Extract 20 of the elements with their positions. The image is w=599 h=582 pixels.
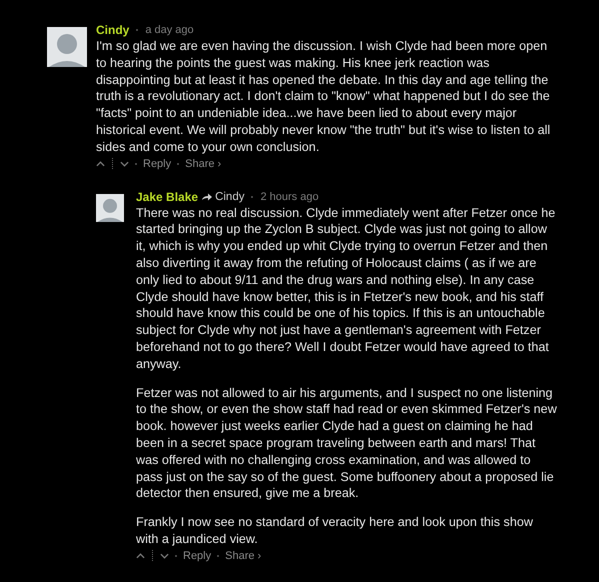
author-name[interactable]: Cindy xyxy=(96,22,130,38)
timestamp[interactable]: 2 hours ago xyxy=(260,188,319,205)
avatar-icon xyxy=(47,27,87,67)
share-link[interactable]: Share › xyxy=(225,550,262,562)
timestamp[interactable]: a day ago xyxy=(145,22,194,38)
downvote-icon[interactable] xyxy=(120,160,129,167)
reply-link[interactable]: Reply xyxy=(183,550,212,562)
upvote-icon[interactable] xyxy=(96,160,105,167)
comment-text: Frankly I now see no standard of veracity here and look upon this show with a jaundiced view. xyxy=(136,514,534,548)
author-name[interactable]: Jake Blake xyxy=(136,188,198,205)
comment-text: Fetzer was not allowed to air his arguments, and I suspect no one listening to the show, or even the show staff had read or even skimmed Fetzer's new book. however just weeks earlier Clyde had a guest on claiming he had been in a secret space program traveling between earth and mars! That was offered with no challenging cross examination, and was allowed to pass just on the say so of the guest. Some buffoonery about a proposed lie detector then ensured, give me a break. xyxy=(136,384,557,502)
share-link[interactable]: Share › xyxy=(185,158,222,170)
upvote-icon[interactable] xyxy=(136,552,145,559)
avatar-icon xyxy=(96,194,124,222)
comment-text: I'm so glad we are even having the discussion. I wish Clyde had been more open to hearing the points the guest was making. His knee jerk reaction was disappointing but at least it has opened the debate. In this day and age telling the truth is a revolutionary act. I don't claim to "know" what happened but I do see the "facts" point to an undeniable idea...we have been lied to about every major historical event. We will probably never know "the truth" but it's wise to listen to all sides and come to your own conclusion. xyxy=(96,38,552,156)
comment-text: There was no real discussion. Clyde immediately went after Fetzer once he started bringing up the Zyclon B subject. Clyde was just not going to allow it, which is why you ended up whit Clyde trying to overrun Fetzer and then also diverting it away from the refuting of Holocaust claims ( as if we are only lied to about 9/11 and the drug wars and nothing else). In any case Clyde should have know better, this is in Ftetzer's new book, and his staff should have know this could be one of his topics. If this is an untouchable subject for Clyde why not just have a gentleman's agreement with Fetzer beforehand not to go there? Well I doubt Fetzer would have agreed to that anyway. xyxy=(136,204,556,373)
downvote-icon[interactable] xyxy=(160,552,169,559)
reply-link[interactable]: Reply xyxy=(143,158,172,170)
reply-to-name[interactable]: Cindy xyxy=(215,188,244,205)
reply-arrow-icon xyxy=(202,192,212,202)
